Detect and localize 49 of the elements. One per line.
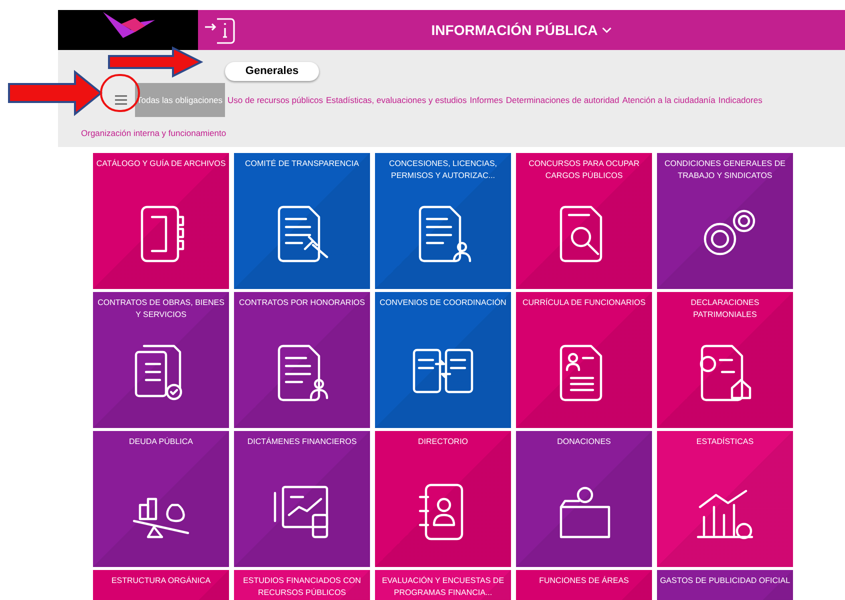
category-link[interactable]: Indicadores: [718, 94, 762, 106]
tile-title: CONTRATOS DE OBRAS, BIENES Y SERVICIOS: [96, 297, 226, 321]
category-link[interactable]: Atención a la ciudadanía: [622, 94, 716, 106]
category-tile[interactable]: DONACIONES: [516, 431, 652, 567]
category-tile[interactable]: DIRECTORIO: [375, 431, 511, 567]
category-link[interactable]: Estadísticas, evaluaciones y estudios: [326, 94, 467, 106]
category-tile[interactable]: CURRÍCULA DE FUNCIONARIOS: [516, 292, 652, 428]
category-tile[interactable]: CONDICIONES GENERALES DE TRABAJO Y SINDICATOS: [657, 153, 793, 289]
tile-title: CONVENIOS DE COORDINACIÓN: [378, 297, 508, 309]
section-dropdown[interactable]: INFORMACIÓN PÚBLICA: [431, 20, 612, 40]
tile-title: DONACIONES: [556, 436, 612, 448]
tile-title: CONTRATOS POR HONORARIOS: [238, 297, 366, 309]
tile-title: DIRECTORIO: [416, 436, 470, 448]
tile-title: CURRÍCULA DE FUNCIONARIOS: [521, 297, 647, 309]
category-tile[interactable]: COMITÉ DE TRANSPARENCIA: [234, 153, 370, 289]
category-tile[interactable]: EVALUACIÓN Y ENCUESTAS DE PROGRAMAS FINANCIA...: [375, 570, 511, 600]
tile-title: CONCURSOS PARA OCUPAR CARGOS PÚBLICOS: [528, 158, 640, 182]
category-tile[interactable]: CONCESIONES, LICENCIAS, PERMISOS Y AUTORIZAC...: [375, 153, 511, 289]
tile-title: ESTUDIOS FINANCIADOS CON RECURSOS PÚBLICOS: [242, 575, 362, 599]
category-tile[interactable]: ESTADÍSTICAS: [657, 431, 793, 567]
tile-title: CONDICIONES GENERALES DE TRABAJO Y SINDICATOS: [664, 158, 786, 182]
tile-title: FUNCIONES DE ÁREAS: [538, 575, 630, 587]
tile-title: EVALUACIÓN Y ENCUESTAS DE PROGRAMAS FINANCIA...: [380, 575, 506, 599]
category-tile[interactable]: FUNCIONES DE ÁREAS: [516, 570, 652, 600]
category-tile[interactable]: DICTÁMENES FINANCIEROS: [234, 431, 370, 567]
category-tile[interactable]: ESTRUCTURA ORGÁNICA: [93, 570, 229, 600]
tile-title: GASTOS DE PUBLICIDAD OFICIAL: [658, 575, 792, 587]
tile-title: COMITÉ DE TRANSPARENCIA: [244, 158, 360, 170]
category-tile[interactable]: CONTRATOS POR HONORARIOS: [234, 292, 370, 428]
tile-title: CONCESIONES, LICENCIAS, PERMISOS Y AUTORIZAC...: [388, 158, 498, 182]
category-link[interactable]: Uso de recursos públicos: [228, 94, 323, 106]
category-tile[interactable]: DEUDA PÚBLICA: [93, 431, 229, 567]
tile-title: DICTÁMENES FINANCIEROS: [246, 436, 358, 448]
category-tile[interactable]: CONVENIOS DE COORDINACIÓN: [375, 292, 511, 428]
category-tile[interactable]: GASTOS DE PUBLICIDAD OFICIAL: [657, 570, 793, 600]
tile-title: ESTRUCTURA ORGÁNICA: [110, 575, 212, 587]
section-tab[interactable]: Generales: [225, 62, 319, 81]
category-link[interactable]: Determinaciones de autoridad: [506, 94, 620, 106]
tile-title: CATÁLOGO Y GUÍA DE ARCHIVOS: [95, 158, 227, 170]
category-tile[interactable]: CONCURSOS PARA OCUPAR CARGOS PÚBLICOS: [516, 153, 652, 289]
tile-title: ESTADÍSTICAS: [695, 436, 755, 448]
category-link[interactable]: Organización interna y funcionamiento: [81, 127, 226, 140]
category-tile[interactable]: ESTUDIOS FINANCIADOS CON RECURSOS PÚBLICOS: [234, 570, 370, 600]
category-tile[interactable]: CONTRATOS DE OBRAS, BIENES Y SERVICIOS: [93, 292, 229, 428]
tile-title: DEUDA PÚBLICA: [128, 436, 194, 448]
tile-title: DECLARACIONES PATRIMONIALES: [690, 297, 760, 321]
category-tile[interactable]: CATÁLOGO Y GUÍA DE ARCHIVOS: [93, 153, 229, 289]
category-tile[interactable]: DECLARACIONES PATRIMONIALES: [657, 292, 793, 428]
category-link[interactable]: Informes: [470, 94, 503, 106]
